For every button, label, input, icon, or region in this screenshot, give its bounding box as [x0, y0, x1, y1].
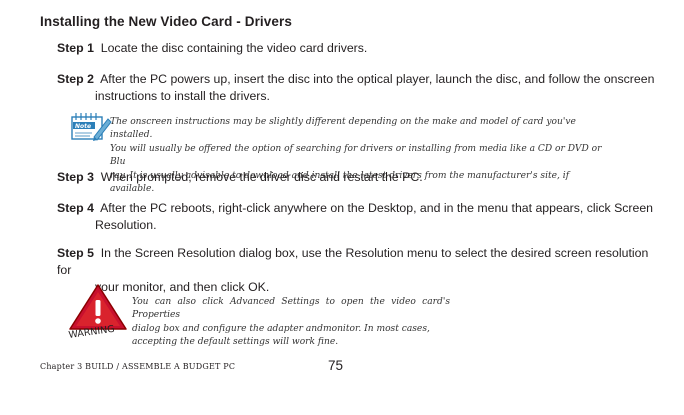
- step-1: Step 1 Locate the disc containing the vi…: [57, 40, 657, 57]
- step-text: Locate the disc containing the video car…: [100, 41, 368, 55]
- warning-line: You can also click Advanced Settings to …: [132, 297, 450, 321]
- step-number: Step 2: [57, 72, 94, 86]
- section-heading: Installing the New Video Card - Drivers: [40, 14, 292, 29]
- step-text: After the PC reboots, right-click anywhe…: [100, 201, 654, 215]
- step-text-continued: Resolution.: [95, 218, 157, 232]
- step-number: Step 3: [57, 170, 94, 184]
- step-2: Step 2 After the PC powers up, insert th…: [57, 71, 657, 105]
- step-number: Step 1: [57, 41, 94, 55]
- note-pencil-icon: Note: [71, 113, 112, 141]
- step-text: After the PC powers up, insert the disc …: [100, 72, 655, 86]
- warning-triangle-icon: WARNING: [68, 284, 127, 339]
- step-3: Step 3 When prompted, remove the driver …: [57, 169, 657, 186]
- note-line: The onscreen instructions may be slightl…: [110, 117, 576, 141]
- step-5: Step 5 In the Screen Resolution dialog b…: [57, 245, 657, 296]
- page-number: 75: [328, 358, 344, 373]
- note-icon-label: Note: [75, 123, 91, 130]
- step-number: Step 4: [57, 201, 94, 215]
- footer-chapter-title: Chapter 3 BUILD / ASSEMBLE A BUDGET PC: [40, 362, 236, 371]
- step-4: Step 4 After the PC reboots, right-click…: [57, 200, 657, 234]
- step-text: When prompted, remove the driver disc an…: [100, 170, 423, 184]
- warning-line: dialog box and configure the adapter and…: [132, 323, 430, 334]
- step-text-continued: instructions to install the drivers.: [95, 89, 270, 103]
- step-number: Step 5: [57, 246, 94, 260]
- step-text-continued: your monitor, and then click OK.: [95, 280, 270, 294]
- warning-callout: You can also click Advanced Settings to …: [132, 296, 450, 350]
- note-line: You will usually be offered the option o…: [110, 143, 602, 168]
- step-text: In the Screen Resolution dialog box, use…: [57, 246, 649, 277]
- warning-line: accepting the default settings will work…: [132, 337, 339, 348]
